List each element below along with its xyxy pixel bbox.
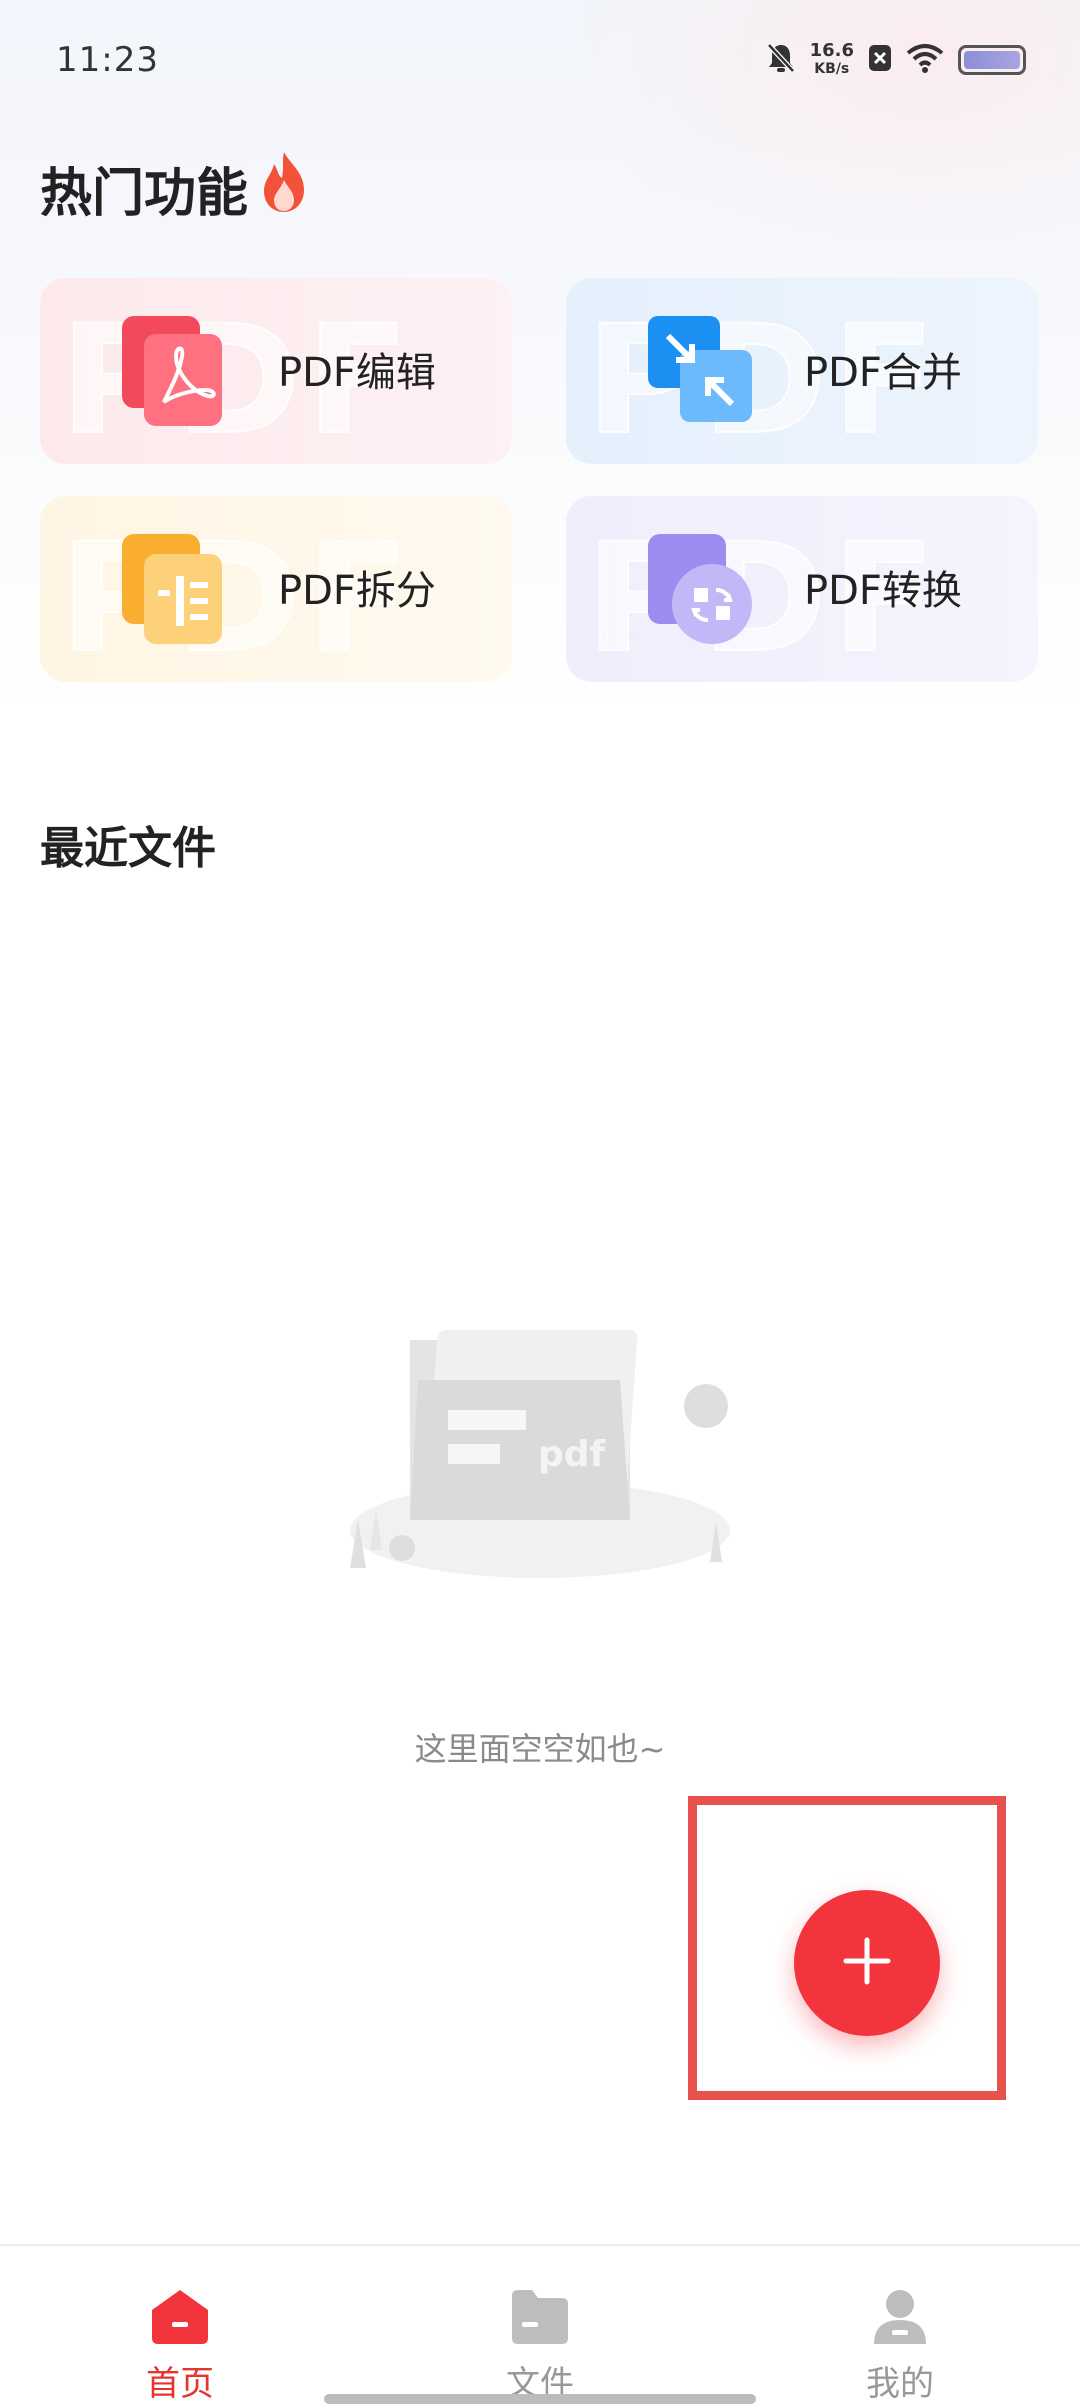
status-bar: 11:23 16.6 KB/s bbox=[0, 0, 1080, 120]
nav-item-home[interactable]: 首页 bbox=[80, 2246, 280, 2408]
net-speed: 16.6 KB/s bbox=[810, 42, 854, 78]
nav-item-profile[interactable]: 我的 bbox=[800, 2246, 1000, 2408]
wifi-icon bbox=[906, 43, 944, 77]
pdf-edit-icon bbox=[120, 316, 232, 428]
hot-features-title: 热门功能 bbox=[40, 150, 312, 227]
nav-label-home: 首页 bbox=[146, 2364, 214, 2404]
pdf-convert-label: PDF转换 bbox=[804, 568, 962, 614]
empty-folder-illustration: pdf bbox=[330, 1300, 750, 1600]
illustration-pdf-text: pdf bbox=[538, 1434, 606, 1475]
pdf-merge-icon bbox=[646, 316, 758, 428]
status-icons: 16.6 KB/s bbox=[766, 40, 1026, 80]
bottom-nav: 首页 文件 我的 bbox=[0, 2244, 1080, 2408]
pdf-edit-label: PDF编辑 bbox=[278, 350, 436, 396]
nav-label-profile: 我的 bbox=[866, 2364, 934, 2404]
close-box-icon bbox=[868, 44, 892, 76]
net-speed-value: 16.6 bbox=[809, 40, 854, 61]
home-icon bbox=[150, 2286, 210, 2346]
profile-icon bbox=[870, 2286, 930, 2346]
pdf-edit-card[interactable]: PDF PDF编辑 bbox=[40, 278, 512, 464]
empty-state-text: 这里面空空如也~ bbox=[414, 1730, 666, 1768]
plus-icon bbox=[842, 1936, 892, 1990]
recent-files-title: 最近文件 bbox=[40, 823, 216, 874]
hot-features-label: 热门功能 bbox=[40, 164, 249, 224]
status-time: 11:23 bbox=[56, 40, 159, 80]
pdf-split-card[interactable]: PDF PDF拆分 bbox=[40, 496, 512, 682]
pdf-merge-card[interactable]: PDF PDF合并 bbox=[566, 278, 1038, 464]
fire-icon bbox=[256, 150, 312, 227]
mute-bell-icon bbox=[766, 42, 796, 78]
add-file-button[interactable] bbox=[794, 1890, 940, 2036]
net-speed-unit: KB/s bbox=[814, 61, 850, 77]
pdf-convert-card[interactable]: PDF PDF转换 bbox=[566, 496, 1038, 682]
battery-icon bbox=[958, 45, 1026, 75]
home-indicator bbox=[324, 2394, 756, 2404]
pdf-merge-label: PDF合并 bbox=[804, 350, 962, 396]
pdf-split-label: PDF拆分 bbox=[278, 568, 436, 614]
pdf-split-icon bbox=[120, 534, 232, 646]
pdf-convert-icon bbox=[646, 534, 758, 646]
nav-item-files[interactable]: 文件 bbox=[440, 2246, 640, 2408]
folder-icon bbox=[510, 2286, 570, 2346]
